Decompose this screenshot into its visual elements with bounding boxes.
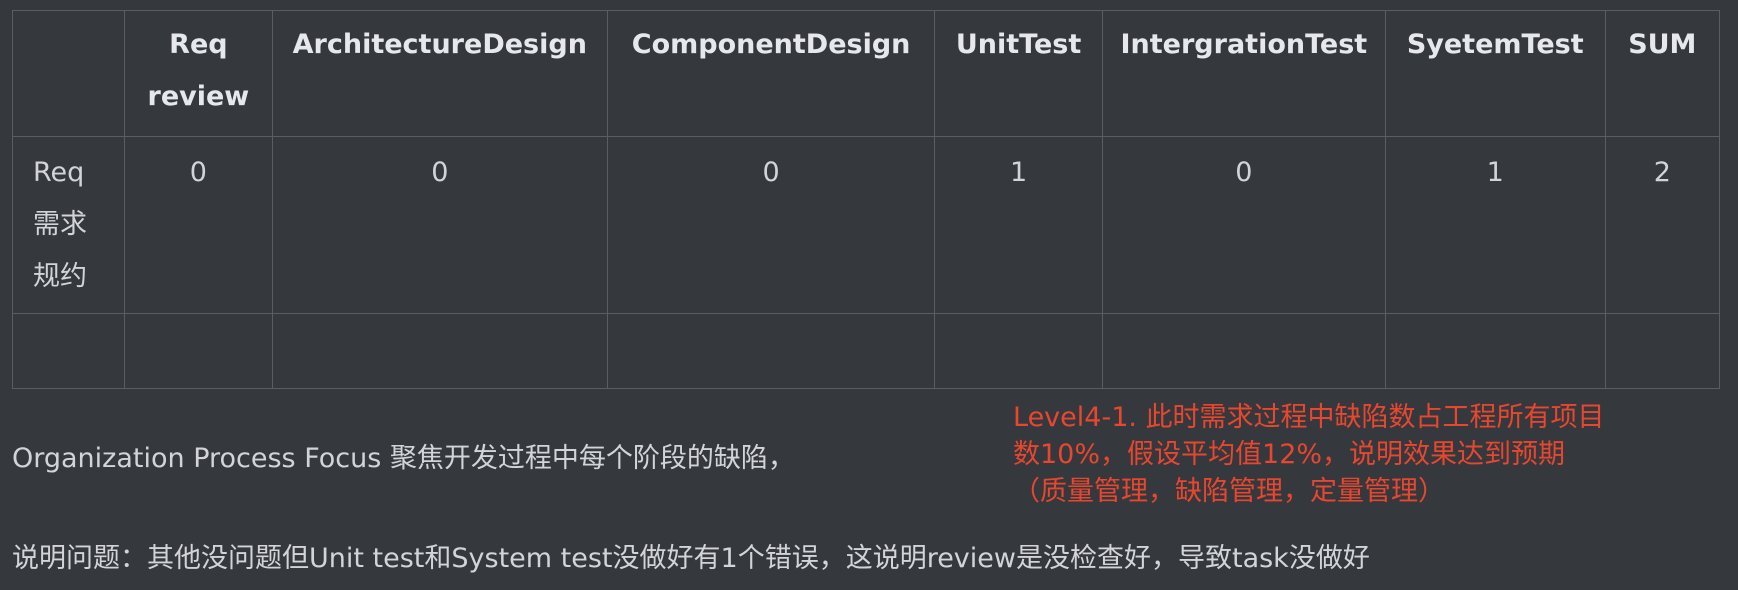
empty-cell [1101, 313, 1386, 389]
header-cell-component-design: ComponentDesign [606, 10, 936, 137]
header-cell-sum: SUM [1604, 10, 1721, 137]
table-row: Req 需求 规约 0 0 0 1 0 1 2 [11, 136, 1721, 314]
problem-description: 说明问题：其他没问题但Unit test和System test没做好有1个错误… [12, 543, 1370, 574]
cell-sum: 2 [1604, 136, 1721, 314]
defect-table: Req review ArchitectureDesign ComponentD… [11, 10, 1721, 389]
header-cell-req-review: Req review [124, 10, 273, 137]
empty-cell [271, 313, 608, 389]
level-note-line: （质量管理，缺陷管理，定量管理） [1013, 476, 1445, 507]
empty-cell [934, 313, 1103, 389]
empty-cell [124, 313, 273, 389]
cell-component-design: 0 [606, 136, 936, 314]
cell-integration-test: 0 [1101, 136, 1386, 314]
level-note: Level4-1. 此时需求过程中缺陷数占工程所有项目 数10%，假设平均值12… [1013, 399, 1728, 510]
empty-cell [1384, 313, 1606, 389]
header-cell-system-test: SyetemTest [1384, 10, 1606, 137]
header-cell-corner [11, 10, 126, 137]
cell-architecture-design: 0 [271, 136, 608, 314]
level-note-line: Level4-1. 此时需求过程中缺陷数占工程所有项目 [1013, 402, 1605, 433]
process-focus-text: Organization Process Focus 聚焦开发过程中每个阶段的缺… [12, 443, 795, 474]
empty-cell [1604, 313, 1721, 389]
empty-table-row [11, 313, 1721, 389]
header-row: Req review ArchitectureDesign ComponentD… [11, 10, 1721, 137]
header-cell-integration-test: IntergrationTest [1101, 10, 1386, 137]
header-cell-unit-test: UnitTest [934, 10, 1103, 137]
cell-req-review: 0 [124, 136, 273, 314]
header-cell-architecture-design: ArchitectureDesign [271, 10, 608, 137]
empty-cell [606, 313, 936, 389]
cell-system-test: 1 [1384, 136, 1606, 314]
empty-cell [11, 313, 126, 389]
level-note-line: 数10%，假设平均值12%，说明效果达到预期 [1013, 439, 1566, 470]
cell-unit-test: 1 [934, 136, 1103, 314]
row-label-req: Req 需求 规约 [11, 136, 126, 314]
